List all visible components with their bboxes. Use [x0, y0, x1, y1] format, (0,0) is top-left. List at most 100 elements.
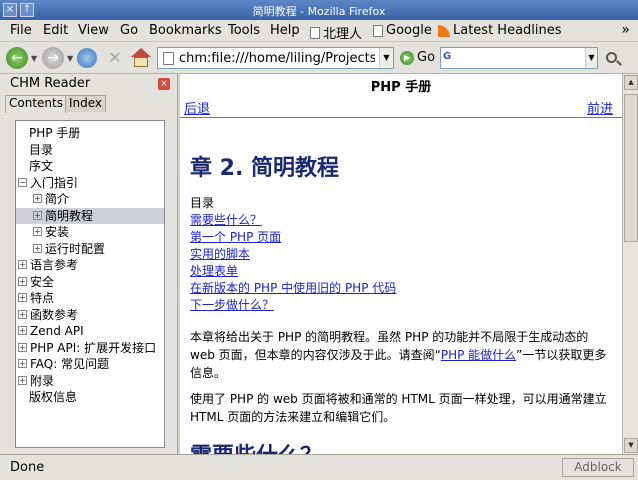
sidebar-title: CHM Reader	[10, 76, 91, 91]
tree-item[interactable]: PHP 手册	[16, 125, 80, 141]
menu-bookmarks[interactable]: Bookmarks	[149, 23, 222, 38]
expand-icon[interactable]: +	[18, 309, 27, 319]
tree-item-label: 特点	[30, 291, 55, 305]
tree-item[interactable]: + Zend API	[16, 323, 84, 339]
go-button[interactable]: ▶ Go	[400, 50, 435, 65]
tree-item[interactable]: + 函数参考	[16, 307, 78, 323]
home-icon	[131, 48, 151, 57]
expand-icon[interactable]: +	[18, 342, 27, 352]
tree-item[interactable]: − 入门指引	[16, 175, 78, 191]
toc-link[interactable]: 实用的脚本	[190, 245, 250, 262]
forward-history-dropdown-icon[interactable]: ▼	[67, 54, 73, 63]
tree-item[interactable]: + 特点	[16, 290, 54, 306]
bookmark-google[interactable]: Google	[373, 23, 432, 38]
menu-help[interactable]: Help	[270, 23, 300, 38]
window-title: 简明教程 - Mozilla Firefox	[252, 5, 386, 18]
vertical-scrollbar[interactable]: ▲ ▼	[622, 74, 638, 454]
rss-icon	[438, 24, 450, 37]
tree-item-label: 函数参考	[30, 307, 79, 322]
back-button[interactable]: ←	[6, 47, 28, 69]
prev-link[interactable]: 后退	[184, 98, 210, 117]
menu-edit[interactable]: Edit	[43, 23, 68, 38]
google-engine-icon[interactable]: G	[443, 51, 455, 65]
tree-item[interactable]: + 安全	[16, 274, 54, 290]
bookmark-latest-headlines[interactable]: Latest Headlines	[438, 23, 562, 38]
toc-link[interactable]: 下一步做什么？	[190, 296, 274, 313]
tab-contents[interactable]: Contents	[5, 95, 67, 113]
tree-item[interactable]: 目录	[16, 142, 53, 158]
url-bar[interactable]: chm:file:///home/liling/Projects/chm ▼	[157, 47, 394, 69]
expand-icon[interactable]: +	[18, 293, 27, 302]
chm-reader-sidebar: CHM Reader × Contents Index PHP 手册 目录 序文 − 入…	[0, 74, 178, 454]
tree-item[interactable]: + 安装	[16, 224, 69, 240]
search-input[interactable]: G ▼	[440, 47, 598, 69]
tree-item-label: 简明教程	[45, 208, 94, 223]
forward-button[interactable]: →	[42, 47, 64, 69]
toc-link[interactable]: 在新版本的 PHP 中使用旧的 PHP 代码	[190, 279, 396, 296]
scroll-down-icon[interactable]: ▼	[624, 438, 638, 453]
expand-icon[interactable]: +	[33, 210, 42, 220]
home-button[interactable]	[131, 48, 151, 68]
php-capabilities-link[interactable]: PHP 能做什么	[441, 348, 516, 362]
status-bar: Done Adblock	[0, 454, 638, 480]
tree-item[interactable]: + 附录	[16, 373, 54, 389]
tree-item-label: PHP 手册	[29, 126, 81, 140]
chevron-more-icon[interactable]: »	[621, 22, 630, 38]
url-dropdown-icon[interactable]: ▼	[379, 48, 393, 68]
document-view: PHP 手册 后退 前进 章 2. 简明教程 目录 需要些什么？ 第一个 PHP…	[180, 74, 622, 454]
menu-tools[interactable]: Tools	[228, 23, 260, 38]
stop-button[interactable]: ✕	[106, 49, 124, 67]
expand-icon[interactable]: +	[18, 260, 27, 269]
tree-item[interactable]: + 语言参考	[16, 257, 78, 273]
tree-item-label: PHP API: 扩展开发接口	[30, 340, 157, 355]
reload-button[interactable]	[77, 48, 97, 68]
tree-item-label: 安装	[45, 225, 70, 239]
tree-item-label: 简介	[45, 192, 70, 206]
tree-item[interactable]: + 简明教程	[16, 207, 164, 224]
search-engine-dropdown-icon[interactable]: ▼	[585, 48, 597, 68]
next-link[interactable]: 前进	[587, 98, 613, 117]
tree-item-label: 附录	[30, 373, 55, 388]
expand-icon[interactable]: +	[33, 194, 42, 203]
navigation-toolbar: ← ▼ → ▼ ✕ chm:file:///home/liling/Projec…	[0, 42, 638, 74]
tree-item[interactable]: 版权信息	[16, 389, 77, 405]
toc-link[interactable]: 需要些什么？	[190, 211, 262, 228]
expand-icon[interactable]: +	[33, 243, 42, 253]
expand-icon[interactable]: +	[18, 326, 27, 335]
close-icon[interactable]: ×	[158, 78, 170, 90]
contents-tree: PHP 手册 目录 序文 − 入门指引 + 简介 + 简明教程 + 安装 + 运行时配置 + 语言参考 + 安全…	[15, 120, 165, 448]
menu-bar: File Edit View Go Bookmarks Tools Help 北…	[0, 20, 638, 42]
page-icon	[373, 24, 383, 37]
tree-item-label: 语言参考	[30, 258, 79, 272]
collapse-icon[interactable]: −	[18, 177, 27, 187]
search-icon[interactable]	[606, 52, 617, 63]
tree-item[interactable]: + FAQ: 常见问题	[16, 356, 109, 372]
go-arrow-icon: ▶	[400, 50, 414, 65]
tree-item[interactable]: + PHP API: 扩展开发接口	[16, 340, 156, 356]
tree-item-label: Zend API	[30, 324, 84, 338]
expand-icon[interactable]: +	[18, 276, 27, 286]
menu-view[interactable]: View	[78, 23, 109, 38]
tree-item[interactable]: + 运行时配置	[16, 241, 105, 257]
url-input[interactable]: chm:file:///home/liling/Projects/chm	[179, 51, 375, 66]
tab-index[interactable]: Index	[65, 95, 107, 112]
expand-icon[interactable]: +	[33, 227, 42, 236]
toc-link[interactable]: 第一个 PHP 页面	[190, 228, 281, 245]
tree-item[interactable]: 序文	[16, 158, 53, 174]
expand-icon[interactable]: +	[18, 359, 27, 368]
toc-link[interactable]: 处理表单	[190, 262, 238, 279]
body-paragraph: 使用了 PHP 的 web 页面将被和通常的 HTML 页面一样处理，可以用通常…	[190, 392, 607, 424]
menu-file[interactable]: File	[10, 23, 32, 38]
tree-item-label: 序文	[29, 159, 54, 173]
scroll-up-icon[interactable]: ▲	[624, 75, 638, 90]
status-text: Done	[10, 460, 45, 475]
tree-item-label: 入门指引	[30, 175, 79, 190]
back-history-dropdown-icon[interactable]: ▼	[31, 54, 37, 63]
scroll-thumb[interactable]	[624, 94, 638, 242]
expand-icon[interactable]: +	[18, 375, 27, 385]
menu-go[interactable]: Go	[120, 23, 138, 38]
tree-item-label: 安全	[30, 274, 55, 289]
tree-item[interactable]: + 简介	[16, 191, 69, 207]
adblock-button[interactable]: Adblock	[562, 458, 634, 477]
bookmark-beiligren[interactable]: 北理人	[310, 23, 362, 42]
